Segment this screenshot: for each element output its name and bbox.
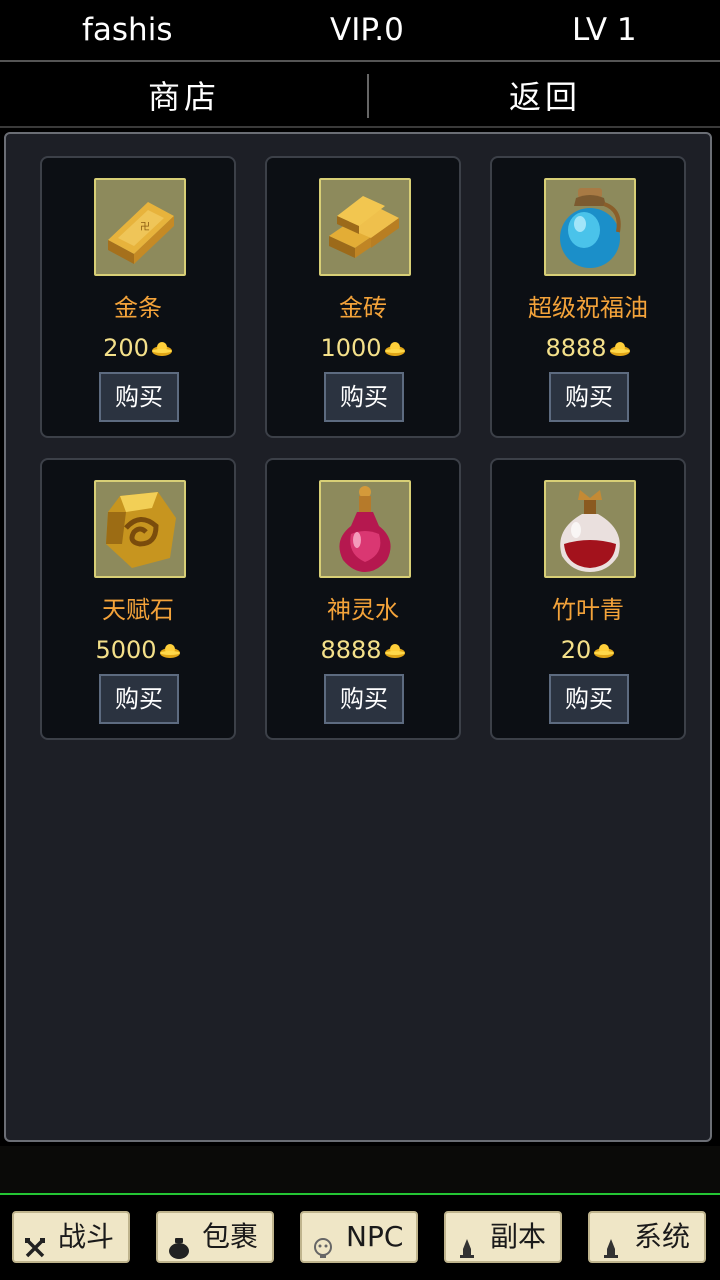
talent-stone-icon (94, 480, 186, 578)
buy-button[interactable]: 购买 (549, 674, 629, 724)
tab-dungeon[interactable]: 副本 (444, 1211, 562, 1263)
item-name: 神灵水 (327, 596, 399, 624)
tab-label: NPC (346, 1220, 404, 1253)
shop-panel: 卍 金条 200 购买 金砖 1000 购买 超级祝福油 8888 购买 天赋石… (4, 132, 712, 1142)
tab-label: 副本 (490, 1220, 547, 1253)
item-price: 200 (42, 334, 234, 363)
buy-button[interactable]: 购买 (324, 674, 404, 724)
shop-item-card: 超级祝福油 8888 购买 (490, 156, 686, 438)
status-bar: fashis VIP.0 LV 1 (0, 0, 720, 62)
shop-title: 商店 (147, 78, 220, 116)
price-value: 1000 (320, 334, 382, 362)
item-price: 5000 (42, 636, 234, 665)
tab-npc[interactable]: NPC (300, 1211, 418, 1263)
buy-button[interactable]: 购买 (99, 674, 179, 724)
shop-item-card: 卍 金条 200 购买 (40, 156, 236, 438)
shop-item-card: 竹叶青 20 购买 (490, 458, 686, 740)
price-value: 5000 (95, 636, 157, 664)
item-name: 竹叶青 (552, 596, 624, 624)
shop-item-card: 金砖 1000 购买 (265, 156, 461, 438)
npc-face-icon (312, 1226, 334, 1258)
message-strip (0, 1146, 720, 1194)
bag-icon (168, 1226, 190, 1259)
item-price: 8888 (267, 636, 459, 665)
back-button[interactable]: 返回 (370, 64, 720, 128)
gold-ingot-icon (609, 335, 631, 363)
tab-label: 包裹 (202, 1220, 259, 1253)
item-name: 超级祝福油 (528, 294, 648, 322)
tower-icon (456, 1226, 478, 1258)
svg-text:卍: 卍 (140, 221, 150, 233)
tab-label: 战斗 (58, 1220, 115, 1253)
gold-ingot-icon (151, 335, 173, 363)
gold-ingot-icon (593, 637, 615, 665)
nav-divider (367, 74, 369, 118)
blue-oil-jar-icon (544, 178, 636, 276)
buy-button[interactable]: 购买 (324, 372, 404, 422)
gold-bar-icon: 卍 (94, 178, 186, 276)
gold-ingot-icon (384, 335, 406, 363)
tab-label: 系统 (634, 1220, 691, 1253)
vip-level: VIP.0 (330, 12, 404, 48)
gold-ingot-icon (159, 637, 181, 665)
price-value: 8888 (545, 334, 607, 362)
shop-item-card: 神灵水 8888 购买 (265, 458, 461, 740)
item-name: 金砖 (339, 294, 387, 322)
item-name: 金条 (114, 294, 162, 322)
red-wine-flask-icon (544, 480, 636, 578)
shop-item-card: 天赋石 5000 购买 (40, 458, 236, 740)
price-value: 20 (560, 636, 592, 664)
pink-potion-icon (319, 480, 411, 578)
buy-button[interactable]: 购买 (99, 372, 179, 422)
crossed-swords-icon (24, 1226, 46, 1258)
tab-battle[interactable]: 战斗 (12, 1211, 130, 1263)
item-name: 天赋石 (102, 596, 174, 624)
gold-bricks-icon (319, 178, 411, 276)
shop-nav: 商店 返回 (0, 64, 720, 128)
price-value: 200 (103, 334, 149, 362)
tab-bag[interactable]: 包裹 (156, 1211, 274, 1263)
tower-icon (600, 1226, 622, 1258)
gold-ingot-icon (384, 637, 406, 665)
item-price: 1000 (267, 334, 459, 363)
item-price: 8888 (492, 334, 684, 363)
buy-button[interactable]: 购买 (549, 372, 629, 422)
player-level: LV 1 (572, 12, 637, 48)
item-price: 20 (492, 636, 684, 665)
player-name: fashis (82, 12, 173, 48)
tab-system[interactable]: 系统 (588, 1211, 706, 1263)
bottom-tabbar: 战斗 包裹 NPC 副本 系统 (0, 1195, 720, 1280)
price-value: 8888 (320, 636, 382, 664)
